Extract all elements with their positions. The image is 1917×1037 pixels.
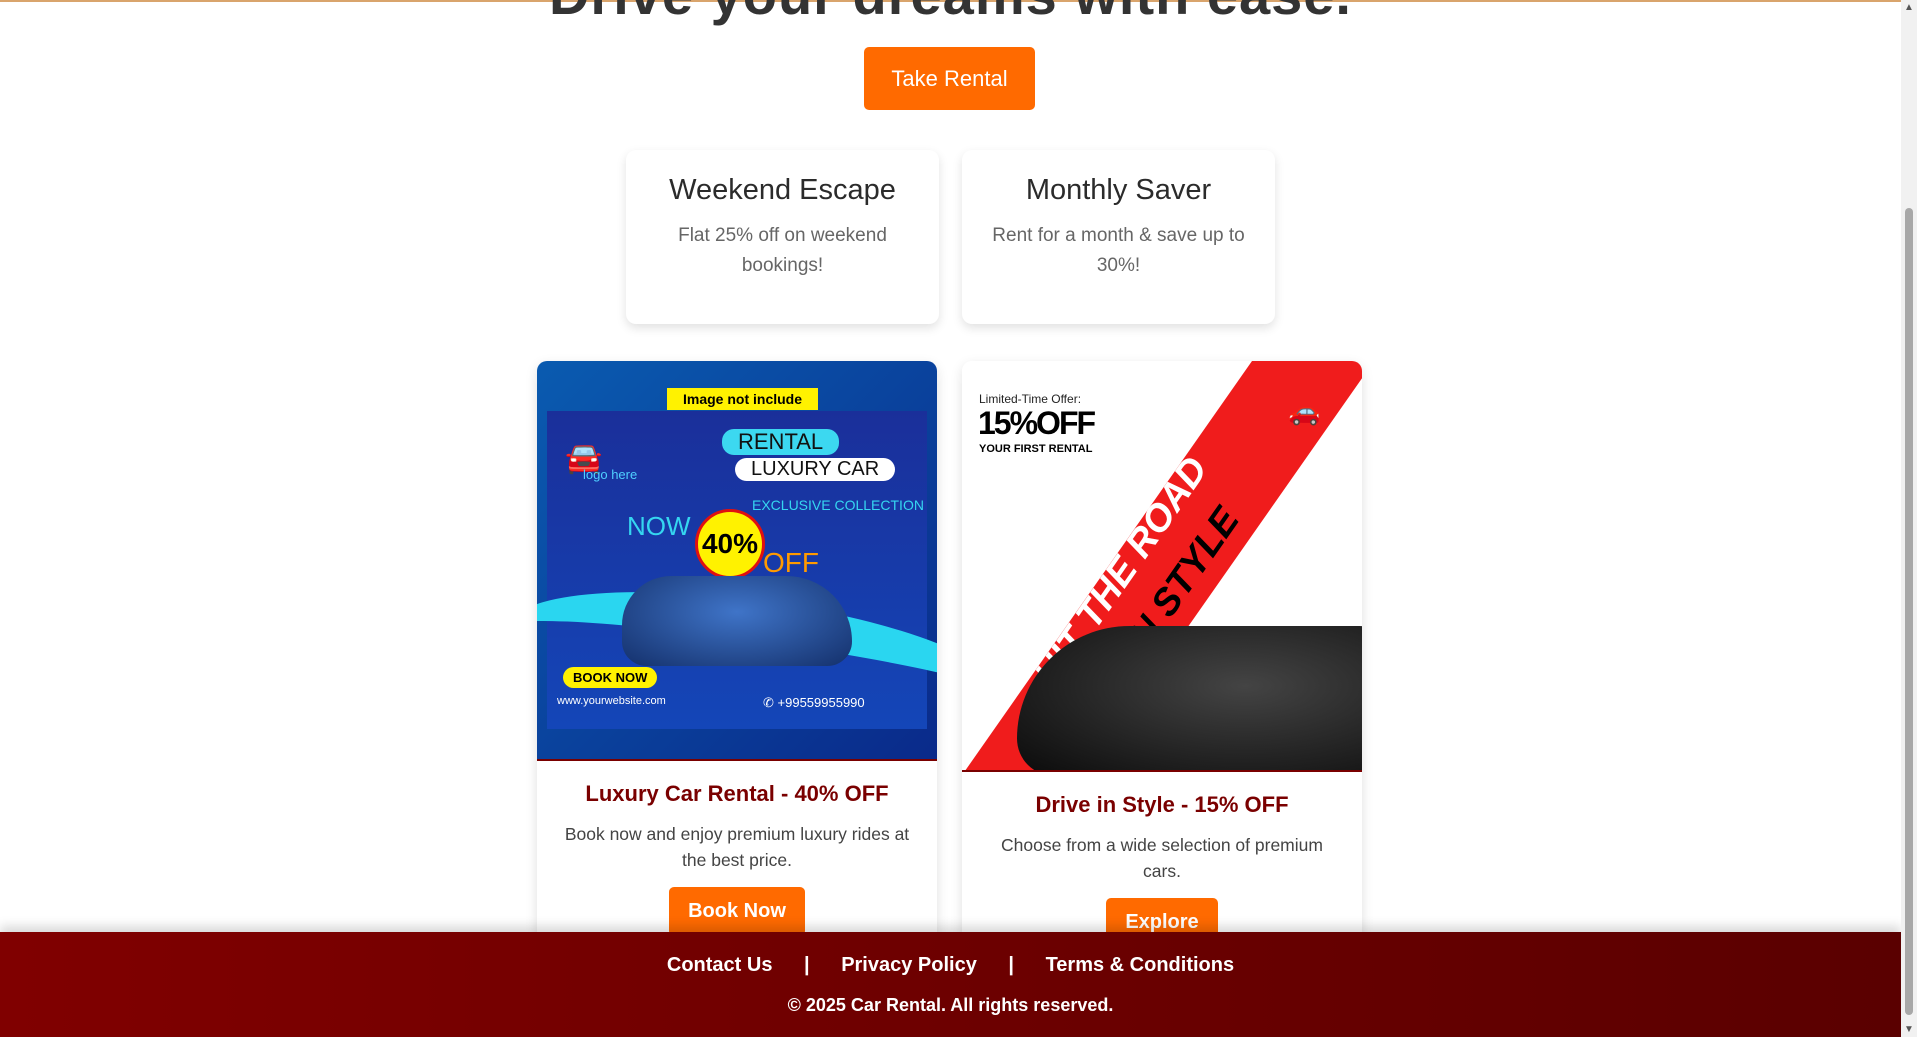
style-ad-image: HIT THE ROAD IN STYLE Limited-Time Offer…: [962, 361, 1362, 772]
fifteen-off-text: 15%OFF: [978, 405, 1096, 441]
scrollbar[interactable]: ▲ ▼: [1901, 0, 1917, 1037]
offer-title: Weekend Escape: [669, 174, 896, 206]
car-logo-icon: 🚗: [1288, 396, 1321, 426]
first-rental-text: YOUR FIRST RENTAL: [979, 443, 1093, 455]
separator: |: [804, 954, 810, 976]
phone-icon: ✆: [763, 695, 778, 710]
privacy-policy-link[interactable]: Privacy Policy: [841, 954, 977, 976]
black-car: [1017, 626, 1362, 770]
ad-card-style: HIT THE ROAD IN STYLE Limited-Time Offer…: [962, 361, 1362, 981]
offer-desc: Flat 25% off on weekend bookings!: [678, 225, 887, 276]
contact-us-link[interactable]: Contact Us: [667, 954, 773, 976]
ad-title: Luxury Car Rental - 40% OFF: [585, 781, 889, 806]
scrollbar-thumb[interactable]: [1905, 208, 1913, 1015]
offer-card-weekend: Weekend Escape Flat 25% off on weekend b…: [626, 150, 939, 324]
phone-number: +99559955990: [777, 695, 865, 710]
logo-text: logo here: [583, 467, 638, 482]
terms-link[interactable]: Terms & Conditions: [1046, 954, 1235, 976]
rental-text: RENTAL: [722, 429, 840, 455]
limited-text: Limited-Time Offer:: [979, 392, 1082, 406]
ad-card-luxury: Image not include 🚘 logo here RENTAL LUX…: [537, 361, 937, 981]
offer-title: Monthly Saver: [1025, 174, 1212, 206]
footer-links: Contact Us | Privacy Policy | Terms & Co…: [0, 954, 1901, 977]
copyright: © 2025 Car Rental. All rights reserved.: [787, 995, 1114, 1015]
ad-title: Drive in Style - 15% OFF: [1035, 792, 1289, 817]
book-now-button[interactable]: Book Now: [669, 887, 805, 936]
discount-badge: 40%: [695, 509, 765, 579]
phone-text: ✆ +99559955990: [763, 695, 865, 711]
book-now-badge: BOOK NOW: [563, 667, 658, 688]
luxury-text: LUXURY CAR: [735, 458, 896, 481]
ad-desc: Book now and enjoy premium luxury rides …: [564, 824, 910, 870]
off-text: OFF: [763, 547, 819, 578]
now-text: NOW: [627, 511, 691, 541]
collection-text: EXCLUSIVE COLLECTION: [752, 497, 924, 513]
offer-card-monthly: Monthly Saver Rent for a month & save up…: [962, 150, 1275, 324]
offer-desc: Rent for a month & save up to 30%!: [992, 225, 1245, 276]
scroll-down-icon[interactable]: ▼: [1904, 1024, 1914, 1035]
luxury-ad-image: Image not include 🚘 logo here RENTAL LUX…: [537, 361, 937, 761]
separator: |: [1008, 954, 1015, 976]
image-tag: Image not include: [667, 388, 819, 410]
take-rental-button[interactable]: Take Rental: [864, 47, 1035, 110]
hero-title: Drive your dreams with ease.: [0, 0, 1901, 27]
ad-desc: Choose from a wide selection of premium …: [1001, 835, 1323, 881]
footer: Contact Us | Privacy Policy | Terms & Co…: [0, 932, 1901, 1037]
scroll-up-icon[interactable]: ▲: [1904, 2, 1914, 13]
website-text: www.yourwebsite.com: [557, 695, 666, 707]
blue-car: [622, 576, 852, 666]
